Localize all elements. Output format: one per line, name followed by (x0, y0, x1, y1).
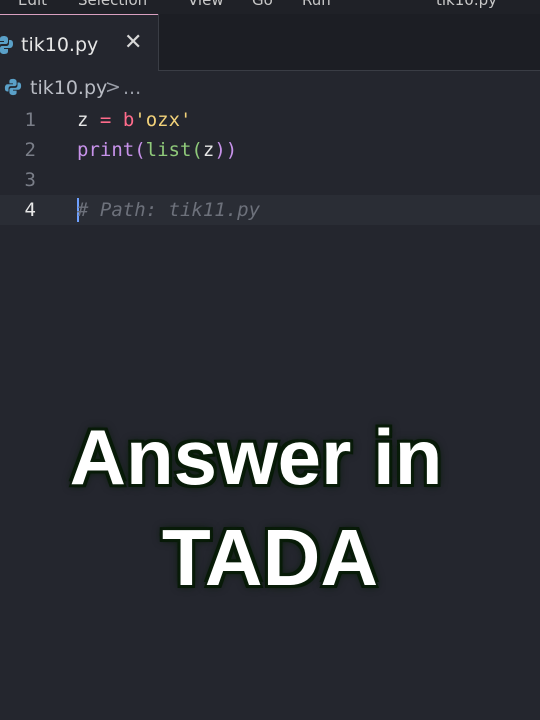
breadcrumb: tik10.py > ... (0, 74, 540, 102)
caption-line-1: Answer in (69, 413, 443, 501)
breadcrumb-file[interactable]: tik10.py (30, 77, 107, 99)
line-number: 4 (24, 199, 36, 221)
code-text: z = b'ozx' (77, 109, 192, 131)
python-icon (0, 35, 14, 59)
tab-label: tik10.py (21, 34, 99, 56)
code-line[interactable]: 1 z = b'ozx' (0, 105, 540, 135)
chevron-right-icon: > (105, 76, 121, 98)
code-line[interactable]: 2 print(list(z)) (0, 135, 540, 165)
breadcrumb-more[interactable]: ... (123, 77, 141, 99)
tab-bar: tik10.py ✕ (0, 14, 540, 71)
line-number: 3 (24, 169, 36, 191)
window-title: tik10.py (436, 0, 497, 9)
menu-go[interactable]: Go (252, 0, 273, 9)
caption-line-2: TADA (161, 513, 379, 602)
code-text: print(list(z)) (77, 139, 238, 161)
line-number: 2 (24, 139, 36, 161)
code-comment: # Path: tik11.py (77, 199, 261, 221)
tab-tik10[interactable]: tik10.py ✕ (0, 14, 158, 71)
close-icon[interactable]: ✕ (124, 30, 142, 55)
menu-view[interactable]: View (188, 0, 224, 9)
code-line-active[interactable]: 4 # Path: tik11.py (0, 195, 540, 225)
menu-edit[interactable]: Edit (18, 0, 47, 9)
menu-selection[interactable]: Selection (78, 0, 147, 9)
python-icon (4, 78, 22, 100)
code-line[interactable]: 3 (0, 165, 540, 195)
menu-run[interactable]: Run (302, 0, 331, 9)
tab-divider (158, 14, 159, 70)
line-number: 1 (24, 109, 36, 131)
menu-bar: Edit Selection View Go Run tik10.py (0, 0, 540, 14)
